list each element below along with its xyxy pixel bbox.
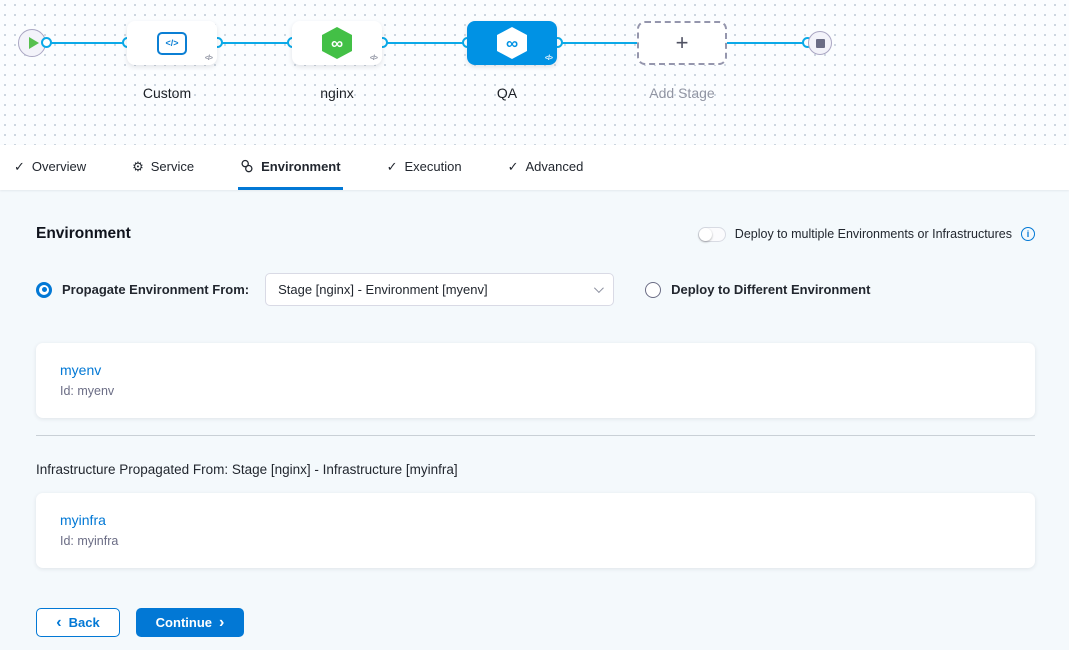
propagate-environment-radio[interactable] (36, 282, 52, 298)
connector-port (41, 37, 52, 48)
different-environment-radio-label[interactable]: Deploy to Different Environment (671, 282, 870, 297)
back-button-label: Back (69, 615, 100, 630)
environment-panel: Environment Deploy to multiple Environme… (0, 225, 1069, 637)
stage-label-qa: QA (462, 85, 552, 101)
infrastructure-propagated-heading: Infrastructure Propagated From: Stage [n… (36, 462, 1035, 477)
check-icon: ✓ (14, 160, 25, 173)
stage-config-tabbar: ✓ Overview ⚙ Service Environment ✓ Execu… (0, 145, 1069, 190)
continue-button[interactable]: Continue › (136, 608, 244, 637)
custom-stage-icon: </> (157, 32, 187, 55)
tab-service[interactable]: ⚙ Service (130, 145, 196, 190)
tab-label: Environment (261, 159, 340, 174)
stage-label-custom: Custom (122, 85, 212, 101)
toggle-knob (699, 228, 712, 241)
tab-label: Advanced (525, 159, 583, 174)
code-icon: </> (370, 55, 377, 62)
stage-label-add-stage: Add Stage (637, 85, 727, 101)
plus-icon: + (676, 30, 689, 56)
gear-icon: ⚙ (132, 160, 144, 173)
tab-overview[interactable]: ✓ Overview (12, 145, 88, 190)
propagate-environment-radio-label[interactable]: Propagate Environment From: (62, 282, 249, 297)
tab-label: Service (151, 159, 194, 174)
stage-label-nginx: nginx (292, 85, 382, 101)
pipeline-graph: </> </> ∞ </> ∞ </> + Custom nginx QA Ad… (0, 0, 1069, 145)
play-icon (29, 37, 39, 49)
selected-option: Stage [nginx] - Environment [myenv] (278, 282, 488, 297)
tab-environment[interactable]: Environment (238, 145, 342, 190)
different-environment-radio[interactable] (645, 282, 661, 298)
page-title: Environment (36, 225, 131, 243)
multi-environment-toggle[interactable] (698, 227, 726, 242)
stage-node-qa-selected[interactable]: ∞ </> (467, 21, 557, 65)
tab-label: Overview (32, 159, 86, 174)
environment-name-link[interactable]: myenv (60, 362, 1011, 378)
add-stage-button[interactable]: + (637, 21, 727, 65)
tab-execution[interactable]: ✓ Execution (385, 145, 464, 190)
stage-node-custom[interactable]: </> </> (127, 21, 217, 65)
propagate-environment-select[interactable]: Stage [nginx] - Environment [myenv] (265, 273, 614, 306)
deploy-stage-icon: ∞ (497, 27, 527, 59)
section-divider (36, 435, 1035, 436)
continue-button-label: Continue (156, 615, 212, 630)
multi-environment-toggle-label: Deploy to multiple Environments or Infra… (735, 227, 1012, 241)
environment-id: Id: myenv (60, 384, 1011, 398)
tab-label: Execution (404, 159, 461, 174)
code-icon: </> (545, 55, 552, 62)
pipeline-end-node (808, 31, 832, 55)
chevron-left-icon: ‹ (56, 615, 61, 631)
environment-card: myenv Id: myenv (36, 343, 1035, 418)
chevron-right-icon: › (219, 615, 224, 631)
deploy-stage-icon: ∞ (322, 27, 352, 59)
environment-icon (240, 159, 254, 173)
check-icon: ✓ (508, 160, 519, 173)
check-icon: ✓ (387, 160, 398, 173)
infrastructure-id: Id: myinfra (60, 534, 1011, 548)
stop-icon (816, 39, 825, 48)
back-button[interactable]: ‹ Back (36, 608, 120, 637)
infrastructure-name-link[interactable]: myinfra (60, 512, 1011, 528)
code-icon: </> (205, 55, 212, 62)
info-icon[interactable]: i (1021, 227, 1035, 241)
chevron-down-icon (594, 283, 604, 293)
stage-node-nginx[interactable]: ∞ </> (292, 21, 382, 65)
tab-advanced[interactable]: ✓ Advanced (506, 145, 586, 190)
infrastructure-card: myinfra Id: myinfra (36, 493, 1035, 568)
